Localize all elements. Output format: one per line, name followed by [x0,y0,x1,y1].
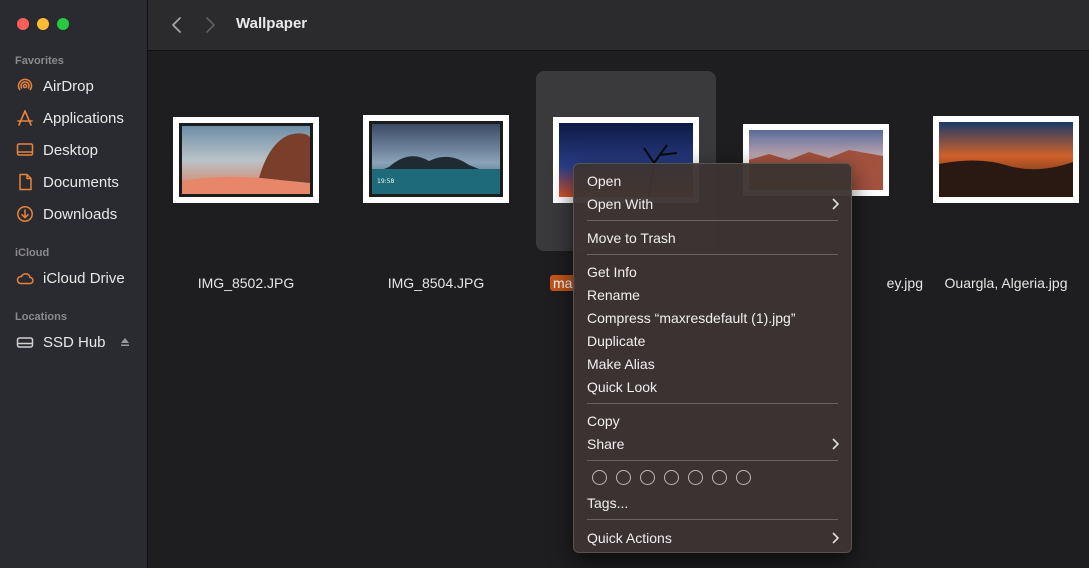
menu-item-label: Compress “maxresdefault (1).jpg” [587,309,796,326]
tag-color-dot[interactable] [712,470,727,485]
sidebar-item-ssd-hub[interactable]: SSD Hub [16,330,130,354]
menu-item-label: Rename [587,286,640,303]
menu-item-quick-actions[interactable]: Quick Actions [587,527,839,548]
menu-separator [587,403,838,404]
tag-color-picker [592,470,751,485]
desert-rock-image [179,123,313,197]
menu-item-tags[interactable]: Tags... [587,492,839,513]
lake-island-image: 19:58 [369,121,503,197]
menu-separator [587,220,838,221]
sidebar-item-label: Downloads [43,205,118,223]
document-icon [16,173,34,191]
back-button[interactable] [168,15,186,35]
menu-item-label: Quick Look [587,378,658,395]
menu-separator [587,519,838,520]
file-thumbnail: 19:58 [363,115,509,203]
menu-item-label: Open [587,172,622,189]
tag-color-dot[interactable] [664,470,679,485]
sidebar-section-favorites: Favorites [15,55,64,67]
context-menu: Open Open With Move to Trash Get Info Re… [573,163,852,553]
chevron-right-icon [832,437,839,450]
sidebar-item-label: Applications [43,109,124,127]
downloads-icon [16,205,34,223]
chevron-right-icon [206,17,215,33]
menu-item-label: Quick Actions [587,529,672,546]
tag-color-dot[interactable] [688,470,703,485]
minimize-button[interactable] [37,18,49,30]
menu-item-open-with[interactable]: Open With [587,193,839,214]
file-item[interactable]: Ouargla, Algeria.jpg [916,71,1089,291]
menu-item-rename[interactable]: Rename [587,284,839,305]
eject-icon[interactable] [120,337,130,347]
menu-item-make-alias[interactable]: Make Alias [587,353,839,374]
menu-item-label: Open With [587,195,654,212]
finder-window: Favorites AirDrop Applications Desktop D… [0,0,1089,568]
forward-button[interactable] [201,15,219,35]
menu-item-label: Tags... [587,494,629,511]
sidebar-item-label: Documents [43,173,119,191]
desktop-icon [16,141,34,159]
desert-dunes-image [939,122,1073,197]
sidebar-item-applications[interactable]: Applications [16,106,124,130]
airdrop-icon [16,77,34,95]
menu-item-label: Copy [587,412,620,429]
file-item[interactable]: 19:58 IMG_8504.JPG [346,71,526,291]
zoom-button[interactable] [57,18,69,30]
menu-item-label: Make Alias [587,355,655,372]
menu-item-label: Duplicate [587,332,646,349]
drive-icon [16,333,34,351]
file-name: Ouargla, Algeria.jpg [944,275,1068,291]
menu-separator [587,460,838,461]
chevron-right-icon [832,531,839,544]
menu-item-label: Share [587,435,625,452]
menu-item-get-info[interactable]: Get Info [587,261,839,282]
sidebar-item-label: AirDrop [43,77,94,95]
svg-text:19:58: 19:58 [377,178,394,185]
sidebar-item-label: SSD Hub [43,333,106,351]
menu-item-copy[interactable]: Copy [587,410,839,431]
file-thumbnail [173,117,319,203]
menu-item-quick-look[interactable]: Quick Look [587,376,839,397]
sidebar-section-icloud: iCloud [15,247,50,259]
menu-item-move-to-trash[interactable]: Move to Trash [587,227,839,248]
cloud-icon [16,269,34,287]
toolbar: Wallpaper [148,0,1089,51]
window-controls [17,18,69,30]
sidebar: Favorites AirDrop Applications Desktop D… [0,0,148,568]
tag-color-dot[interactable] [616,470,631,485]
sidebar-item-label: iCloud Drive [43,269,125,287]
sidebar-item-desktop[interactable]: Desktop [16,138,98,162]
applications-icon [16,109,34,127]
menu-item-label: Get Info [587,263,637,280]
tag-color-dot[interactable] [592,470,607,485]
menu-item-open[interactable]: Open [587,170,839,191]
chevron-left-icon [172,17,181,33]
file-name: IMG_8504.JPG [387,275,485,291]
menu-separator [587,254,838,255]
window-title: Wallpaper [236,15,308,32]
sidebar-item-downloads[interactable]: Downloads [16,202,117,226]
menu-item-duplicate[interactable]: Duplicate [587,330,839,351]
sidebar-item-airdrop[interactable]: AirDrop [16,74,94,98]
sidebar-item-icloud-drive[interactable]: iCloud Drive [16,266,125,290]
file-name: IMG_8502.JPG [197,275,295,291]
sidebar-item-documents[interactable]: Documents [16,170,119,194]
menu-item-compress[interactable]: Compress “maxresdefault (1).jpg” [587,307,839,328]
sidebar-section-locations: Locations [15,311,67,323]
tag-color-dot[interactable] [736,470,751,485]
close-button[interactable] [17,18,29,30]
sidebar-item-label: Desktop [43,141,99,159]
chevron-right-icon [832,197,839,210]
file-thumbnail [933,116,1079,203]
tag-color-dot[interactable] [640,470,655,485]
menu-item-share[interactable]: Share [587,433,839,454]
file-item[interactable]: IMG_8502.JPG [156,71,336,291]
menu-item-label: Move to Trash [587,229,676,246]
